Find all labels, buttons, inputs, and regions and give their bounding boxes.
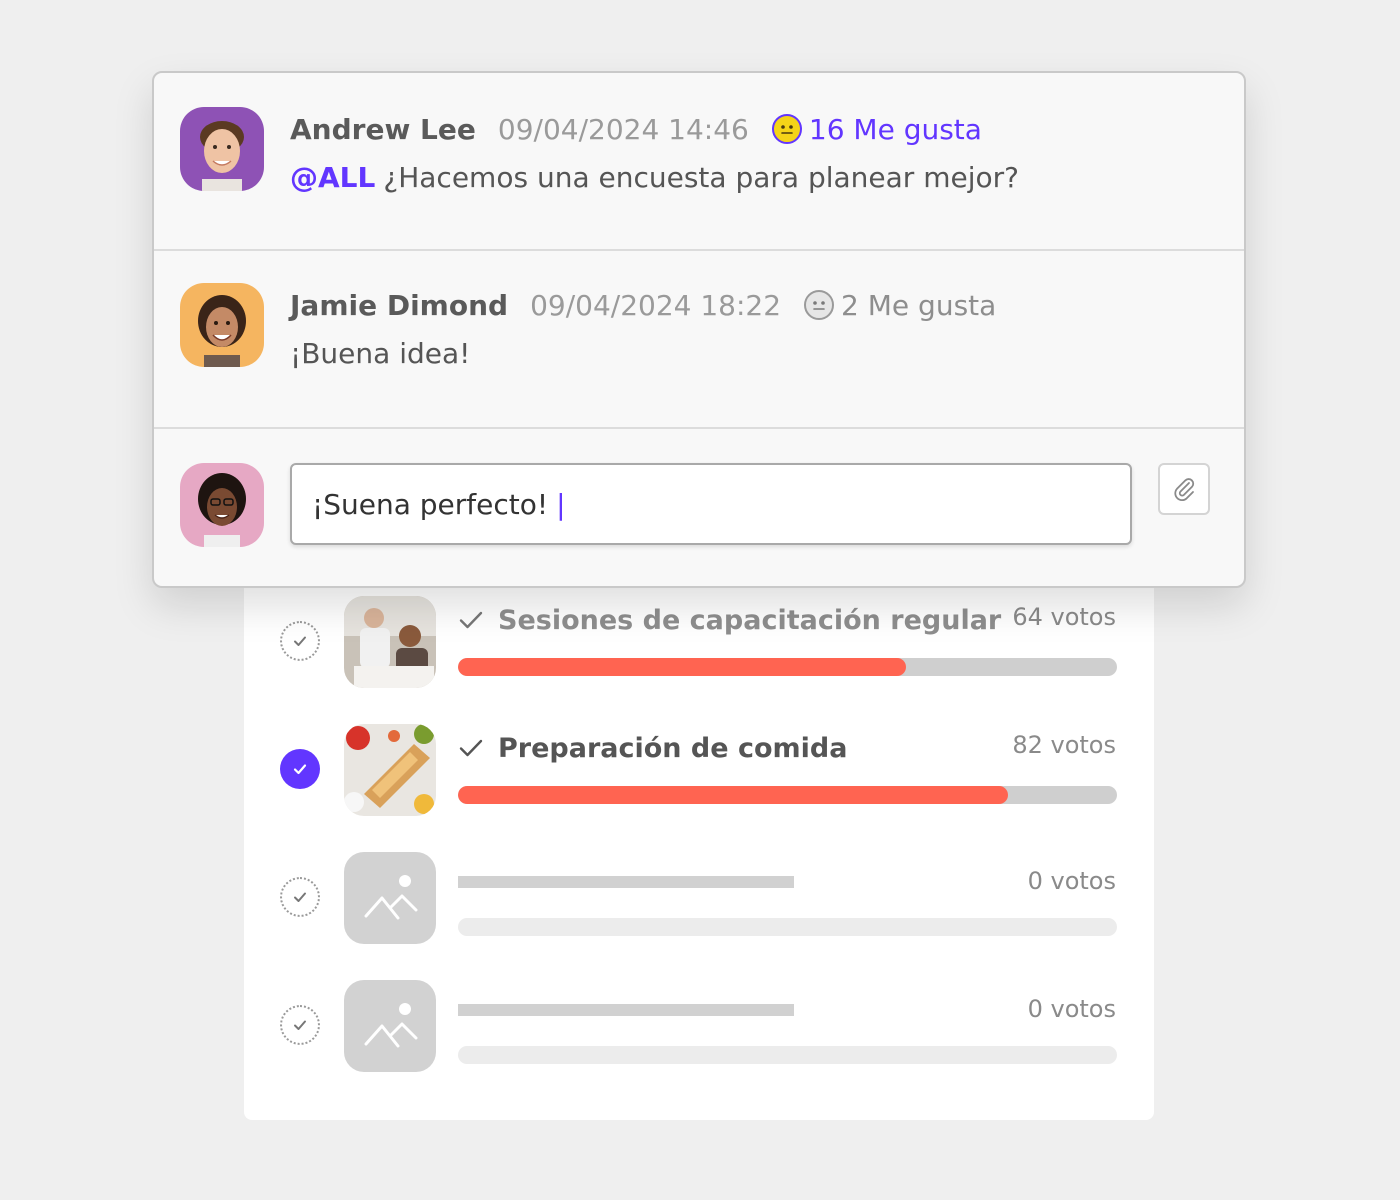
option-label-text: Sesiones de capacitación regular <box>498 604 1002 636</box>
check-icon <box>294 636 306 646</box>
attach-button[interactable] <box>1158 463 1210 515</box>
check-icon <box>459 739 483 757</box>
poll-option-4[interactable]: 0 votos <box>244 980 1154 1072</box>
message-text: ¿Hacemos una encuesta para planear mejor… <box>383 161 1020 194</box>
check-icon <box>294 892 306 902</box>
message-header: Andrew Lee 09/04/2024 14:46 16 Me gusta <box>290 109 982 149</box>
check-icon <box>294 1020 306 1030</box>
vote-count: 0 votos <box>1027 867 1116 895</box>
vote-count: 0 votos <box>1027 995 1116 1023</box>
vote-checkbox[interactable] <box>280 877 320 917</box>
current-user-avatar[interactable] <box>180 463 264 547</box>
message-text: ¡Buena idea! <box>290 337 471 370</box>
vote-progress-bar <box>458 1046 1117 1064</box>
check-icon <box>293 764 307 775</box>
vote-count: 82 votos <box>1012 731 1116 759</box>
poll-card: Sesiones de capacitación regular 64 voto… <box>244 560 1154 1120</box>
vote-progress-fill <box>458 786 1008 804</box>
poll-option-3[interactable]: 0 votos <box>244 852 1154 944</box>
message-timestamp: 09/04/2024 18:22 <box>530 288 782 322</box>
option-label-text: Preparación de comida <box>498 732 848 764</box>
message-body: @ALL ¿Hacemos una encuesta para planear m… <box>290 161 1019 194</box>
vote-checkbox[interactable] <box>280 621 320 661</box>
vote-progress-bar <box>458 786 1117 804</box>
vote-count: 64 votos <box>1012 603 1116 631</box>
chat-message: Jamie Dimond 09/04/2024 18:22 2 Me gusta… <box>154 249 1244 429</box>
chat-message: Andrew Lee 09/04/2024 14:46 16 Me gusta … <box>154 73 1244 251</box>
vote-checkbox[interactable] <box>280 1005 320 1045</box>
message-timestamp: 09/04/2024 14:46 <box>497 112 749 146</box>
smiley-emoji-icon <box>804 290 835 320</box>
option-label-placeholder <box>458 876 794 888</box>
like-count: 16 Me gusta <box>808 112 982 146</box>
author-name[interactable]: Jamie Dimond <box>290 289 508 322</box>
avatar-man-icon[interactable] <box>180 107 264 191</box>
message-input[interactable]: ¡Suena perfecto! | <box>290 463 1132 545</box>
chat-panel: Andrew Lee 09/04/2024 14:46 16 Me gusta … <box>152 71 1246 588</box>
like-button[interactable]: 16 Me gusta <box>771 113 982 146</box>
vote-checkbox-selected[interactable] <box>280 749 320 789</box>
paperclip-icon <box>1174 478 1195 501</box>
message-input-value: ¡Suena perfecto! <box>312 487 549 521</box>
option-label: Preparación de comida <box>458 730 847 766</box>
text-cursor: | <box>556 487 566 521</box>
smiley-emoji-icon <box>771 114 802 144</box>
check-icon <box>459 611 483 629</box>
food-photo-icon <box>344 724 436 816</box>
author-name[interactable]: Andrew Lee <box>290 113 476 146</box>
vote-progress-bar <box>458 918 1117 936</box>
avatar-woman-icon[interactable] <box>180 283 264 367</box>
training-photo-icon <box>344 596 436 688</box>
vote-progress-bar <box>458 658 1117 676</box>
like-button[interactable]: 2 Me gusta <box>803 289 996 322</box>
option-label-placeholder <box>458 1004 794 1016</box>
poll-option-2[interactable]: Preparación de comida 82 votos <box>244 724 1154 816</box>
option-label: Sesiones de capacitación regular <box>458 602 1001 638</box>
vote-progress-fill <box>458 658 907 676</box>
mention-tag[interactable]: @ALL <box>290 161 375 194</box>
image-placeholder-icon <box>344 852 436 944</box>
image-placeholder-icon <box>344 980 436 1072</box>
poll-option-1[interactable]: Sesiones de capacitación regular 64 voto… <box>244 596 1154 688</box>
message-header: Jamie Dimond 09/04/2024 18:22 2 Me gusta <box>290 285 996 325</box>
message-composer: ¡Suena perfecto! | <box>154 429 1244 587</box>
like-count: 2 Me gusta <box>841 288 997 322</box>
